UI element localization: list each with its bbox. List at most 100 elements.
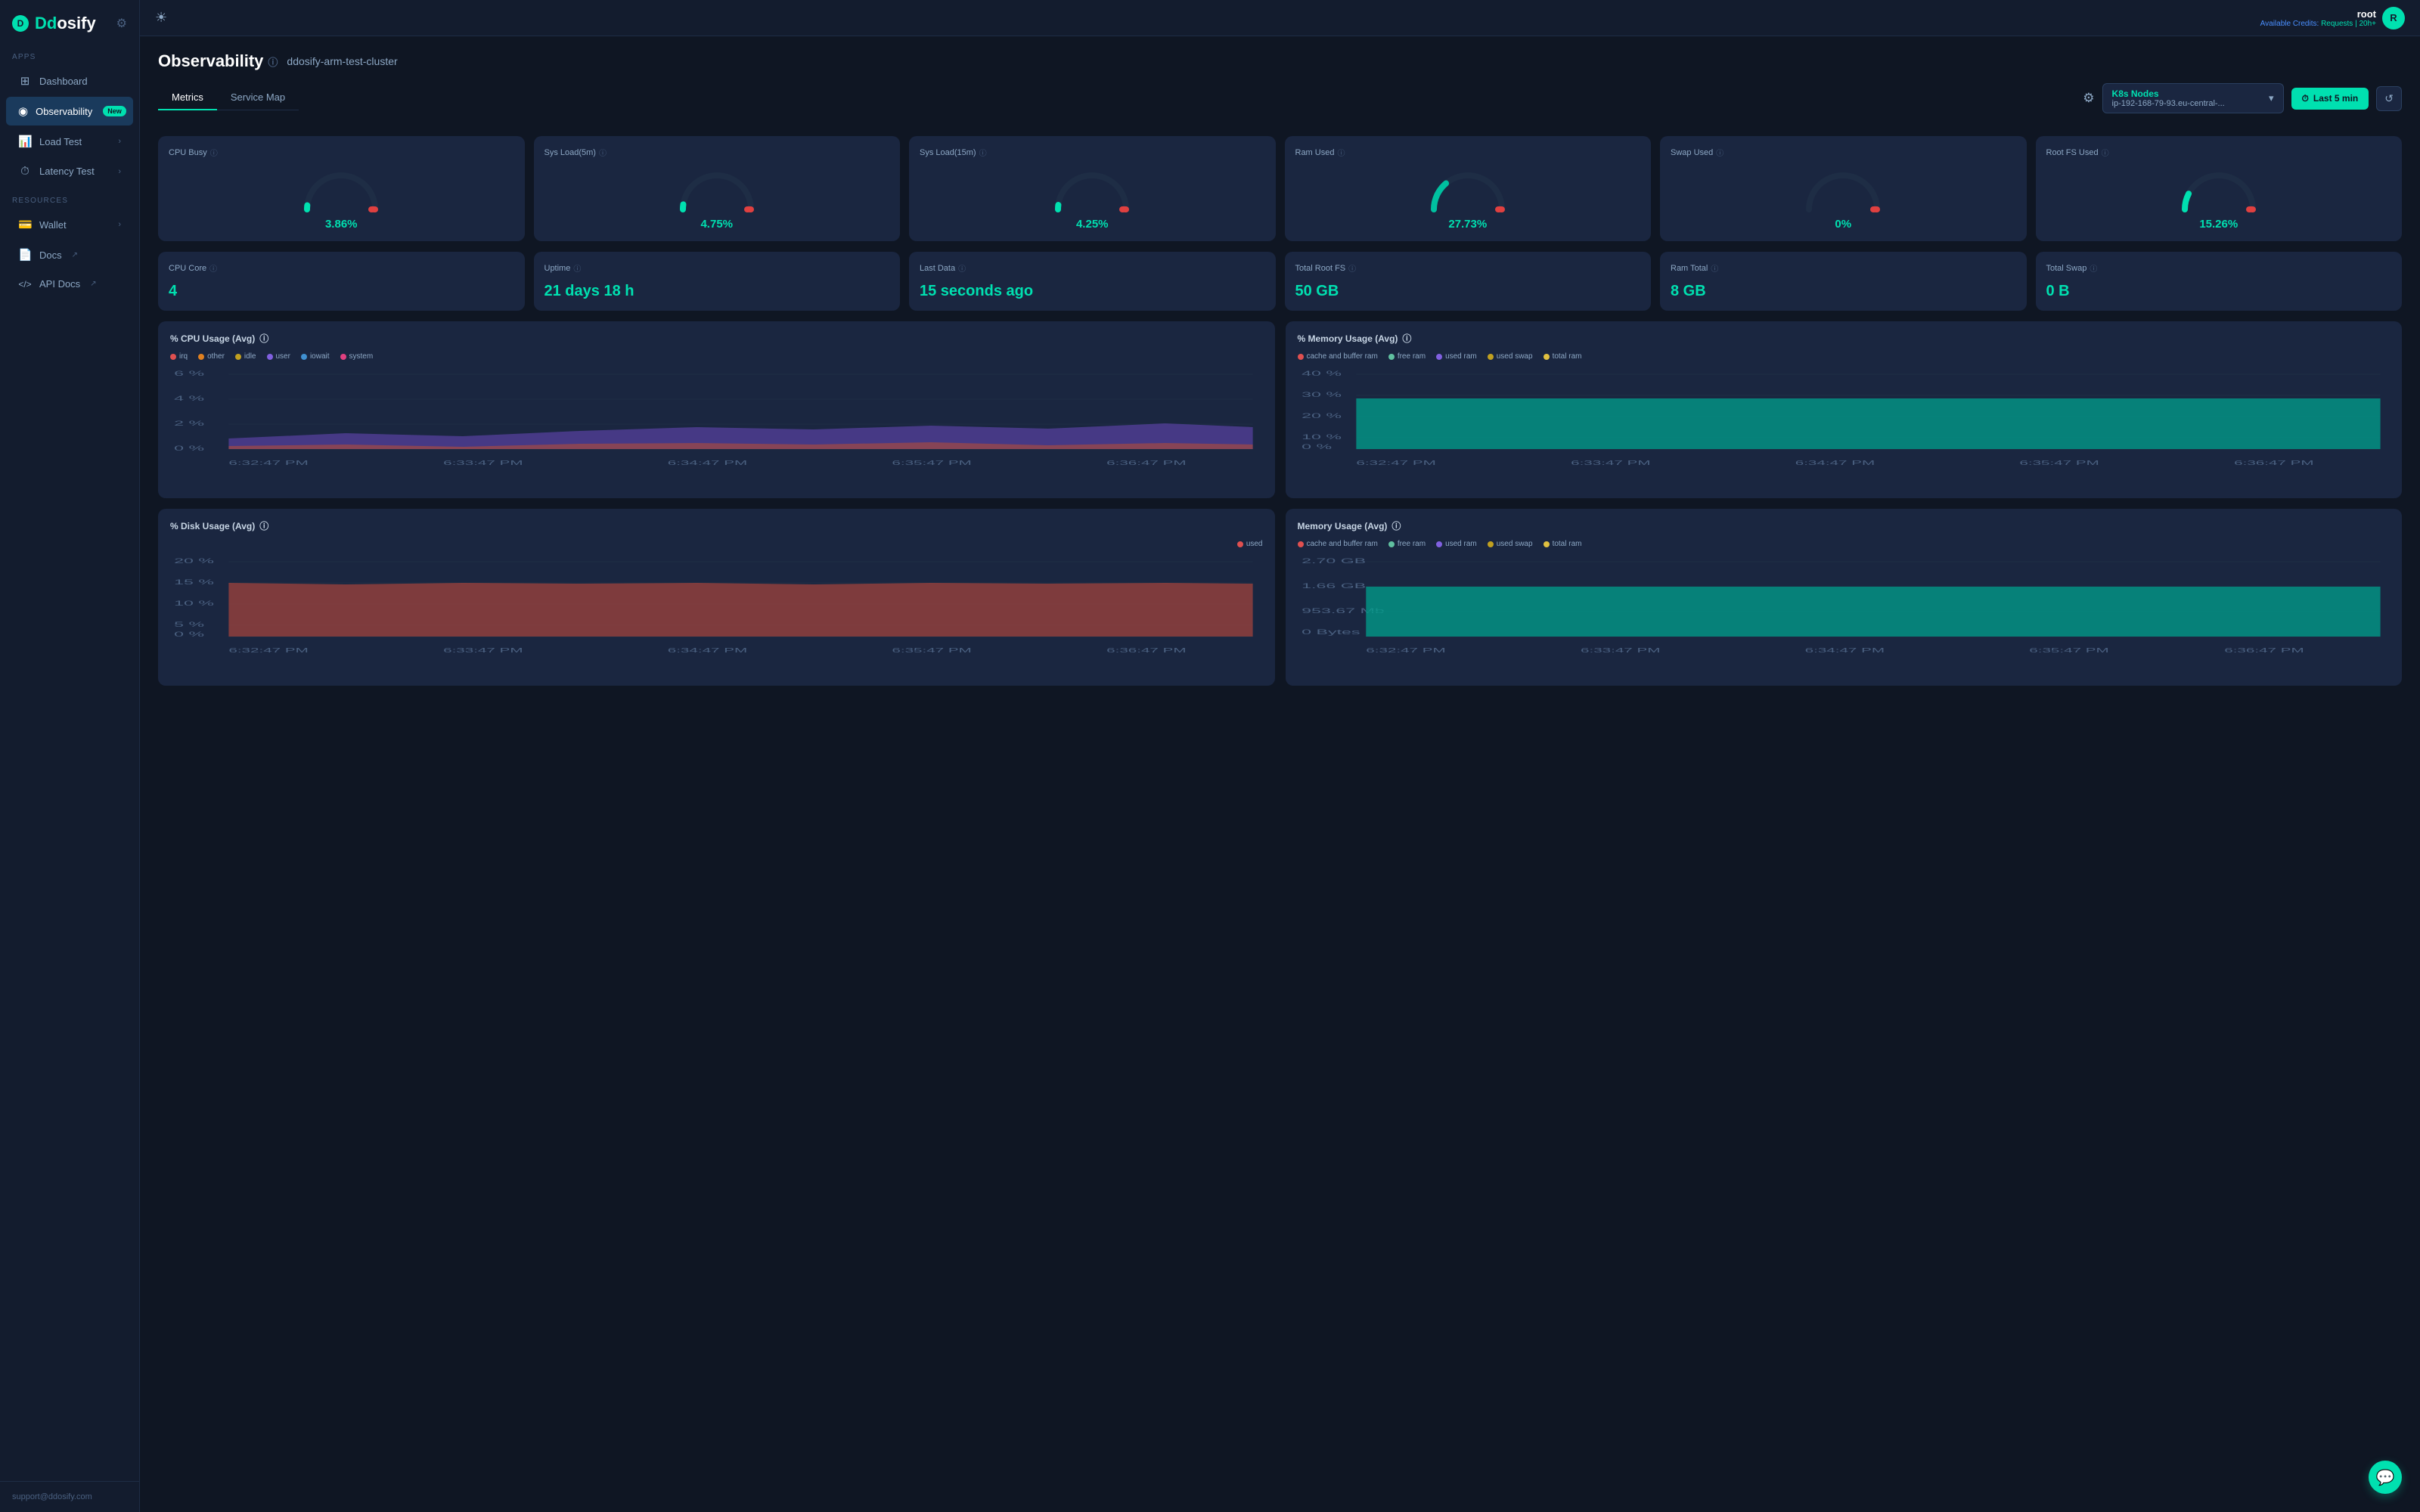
svg-text:6:34:47 PM: 6:34:47 PM — [668, 647, 747, 654]
info-icon: ⓘ — [1348, 262, 1356, 274]
chat-bubble-button[interactable]: 💬 — [2369, 1461, 2402, 1494]
chart-area-disk: 20 % 15 % 10 % 5 % 0 % 6:32:47 PM 6:3 — [170, 554, 1263, 675]
info-icon: ⓘ — [958, 262, 966, 274]
logo-text: Ddosify — [35, 14, 96, 33]
sidebar-settings-icon[interactable]: ⚙ — [116, 16, 127, 31]
info-icon: ⓘ — [979, 147, 987, 158]
cluster-name: ddosify-arm-test-cluster — [287, 55, 397, 67]
info-icon: ⓘ — [210, 147, 218, 158]
gauge — [920, 164, 1265, 213]
svg-text:6:36:47 PM: 6:36:47 PM — [1106, 647, 1186, 654]
sidebar-item-label: Load Test — [39, 136, 82, 147]
apps-section-label: APPS — [0, 42, 139, 66]
sidebar-item-label: Observability — [36, 106, 92, 117]
sidebar-item-docs[interactable]: 📄 Docs ↗ — [6, 240, 133, 269]
svg-text:2 %: 2 % — [174, 420, 204, 427]
metric-value: 4.25% — [920, 218, 1265, 231]
metric-title: Last Data ⓘ — [920, 262, 966, 274]
metric-value: 3.86% — [169, 218, 514, 231]
chart-disk-usage: % Disk Usage (Avg) ⓘ used 20 % 15 % 10 %… — [158, 509, 1275, 686]
metric-title: CPU Core ⓘ — [169, 262, 217, 274]
sidebar-item-dashboard[interactable]: ⊞ Dashboard — [6, 67, 133, 95]
tabs: Metrics Service Map — [158, 85, 299, 110]
info-icon: ⓘ — [1716, 147, 1723, 158]
metric-value: 15.26% — [2046, 218, 2392, 231]
metric-title: Sys Load(5m) ⓘ — [544, 147, 607, 158]
metric-card-root-fs-used: Root FS Used ⓘ 15.26% — [2036, 136, 2403, 241]
api-docs-icon: </> — [18, 279, 32, 290]
title-info-icon: ⓘ — [268, 54, 278, 69]
legend-used-swap: used swap — [1488, 352, 1533, 361]
chart-area-cpu: 6 % 4 % 2 % 0 % 6:32:4 — [170, 367, 1263, 488]
sidebar-item-api-docs[interactable]: </> API Docs ↗ — [6, 271, 133, 297]
logo-icon: D — [12, 15, 29, 32]
svg-text:6:34:47 PM: 6:34:47 PM — [668, 460, 747, 466]
sidebar-item-label: Latency Test — [39, 166, 95, 177]
legend-free-ram: free ram — [1388, 352, 1426, 361]
svg-text:0 %: 0 % — [174, 631, 204, 638]
metric-value: 21 days 18 h — [544, 283, 634, 300]
svg-text:6:35:47 PM: 6:35:47 PM — [2019, 460, 2099, 466]
refresh-button[interactable]: ↺ — [2376, 86, 2402, 111]
svg-text:6:36:47 PM: 6:36:47 PM — [2224, 647, 2304, 654]
node-ip: ip-192-168-79-93.eu-central-... — [2112, 99, 2225, 108]
gauge — [1671, 164, 2016, 213]
sidebar-item-observability[interactable]: ◉ Observability New — [6, 97, 133, 125]
info-icon: ⓘ — [599, 147, 607, 158]
svg-text:6 %: 6 % — [174, 370, 204, 377]
svg-text:6:34:47 PM: 6:34:47 PM — [1804, 647, 1884, 654]
svg-text:6:33:47 PM: 6:33:47 PM — [1581, 647, 1660, 654]
legend-total-ram2: total ram — [1544, 540, 1582, 548]
sidebar-item-latency-test[interactable]: ⏱ Latency Test › — [6, 157, 133, 185]
metric-title: Total Root FS ⓘ — [1295, 262, 1357, 274]
theme-toggle-icon[interactable]: ☀ — [155, 10, 167, 26]
info-icon: ⓘ — [2102, 147, 2109, 158]
sidebar-item-wallet[interactable]: 💳 Wallet › — [6, 210, 133, 239]
sidebar-item-load-test[interactable]: 📊 Load Test › — [6, 127, 133, 156]
gauge — [1295, 164, 1641, 213]
external-link-icon: ↗ — [72, 251, 78, 259]
legend-iowait: iowait — [301, 352, 330, 361]
legend-used-ram: used ram — [1436, 352, 1477, 361]
svg-text:6:35:47 PM: 6:35:47 PM — [2029, 647, 2108, 654]
user-menu[interactable]: root Available Credits: Requests | 20h+ … — [2260, 7, 2405, 29]
chart-title: % CPU Usage (Avg) ⓘ — [170, 332, 1263, 345]
sidebar-item-label: Dashboard — [39, 76, 88, 87]
top-controls: ⚙ K8s Nodes ip-192-168-79-93.eu-central-… — [2083, 83, 2402, 113]
metric-value: 15 seconds ago — [920, 283, 1033, 300]
settings-button[interactable]: ⚙ — [2083, 91, 2094, 106]
topbar: ☀ root Available Credits: Requests | 20h… — [140, 0, 2420, 36]
legend-idle: idle — [235, 352, 256, 361]
chart-title: % Memory Usage (Avg) ⓘ — [1298, 332, 2391, 345]
svg-text:2.70 GB: 2.70 GB — [1302, 557, 1366, 565]
metric-value: 50 GB — [1295, 283, 1339, 300]
chart-legend: used — [170, 540, 1263, 548]
username: root — [2260, 8, 2376, 20]
legend-other: other — [198, 352, 225, 361]
node-selector[interactable]: K8s Nodes ip-192-168-79-93.eu-central-..… — [2102, 83, 2284, 113]
dashboard-icon: ⊞ — [18, 74, 32, 88]
tab-metrics[interactable]: Metrics — [158, 85, 217, 110]
resources-section-label: RESOURCES — [0, 186, 139, 209]
time-range-button[interactable]: ⏱ Last 5 min — [2291, 88, 2369, 110]
gauge — [544, 164, 890, 213]
tab-service-map[interactable]: Service Map — [217, 85, 299, 110]
metric-grid-row1: CPU Busy ⓘ 3.86% Sys Load(5m) ⓘ — [158, 136, 2402, 241]
info-icon: ⓘ — [2090, 262, 2097, 274]
metric-value: 27.73% — [1295, 218, 1641, 231]
svg-text:5 %: 5 % — [174, 621, 204, 628]
chart-title: Memory Usage (Avg) ⓘ — [1298, 519, 2391, 532]
metric-title: Total Swap ⓘ — [2046, 262, 2098, 274]
svg-text:6:33:47 PM: 6:33:47 PM — [443, 647, 523, 654]
svg-text:0 %: 0 % — [174, 445, 204, 452]
legend-cache: cache and buffer ram — [1298, 352, 1378, 361]
sidebar-item-label: Docs — [39, 249, 62, 261]
chart-grid: % CPU Usage (Avg) ⓘ irq other idle — [158, 321, 2402, 686]
wallet-icon: 💳 — [18, 218, 32, 231]
metric-title: Swap Used ⓘ — [1671, 147, 1723, 158]
avatar[interactable]: R — [2382, 7, 2405, 29]
info-icon: ⓘ — [1392, 519, 1401, 532]
svg-text:6:32:47 PM: 6:32:47 PM — [228, 460, 308, 466]
metric-title: Ram Used ⓘ — [1295, 147, 1345, 158]
legend-system: system — [340, 352, 374, 361]
